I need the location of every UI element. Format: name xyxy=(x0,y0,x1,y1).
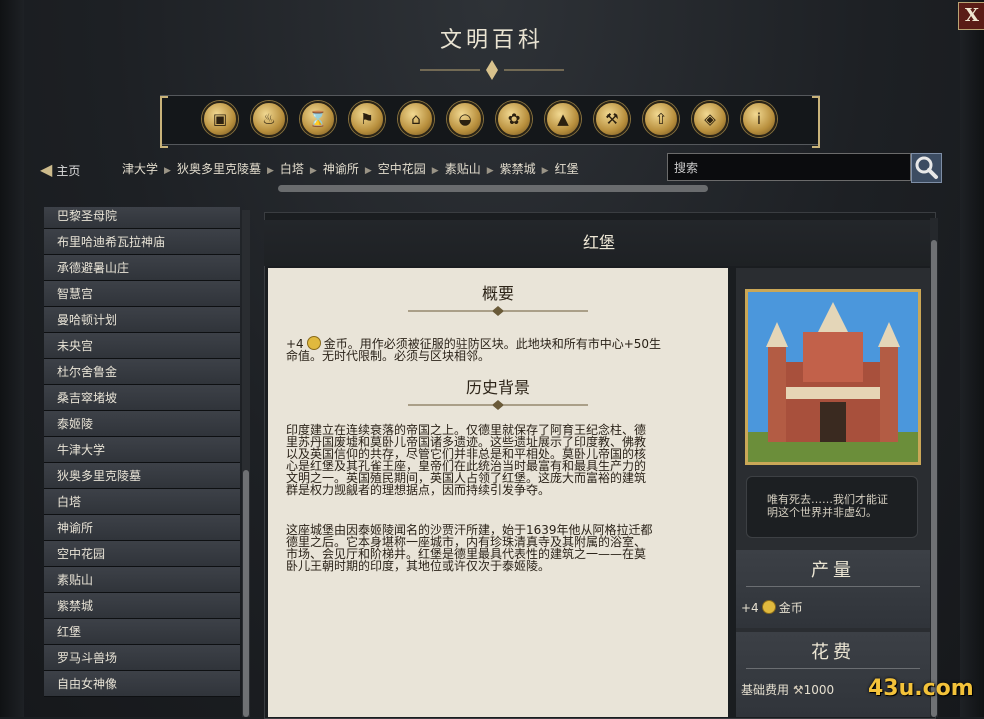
summary-line-2: 命值。无时代限制。必须与区块相邻。 xyxy=(286,349,491,363)
gold-coin-icon xyxy=(306,336,321,350)
sidebar-item[interactable]: 红堡 xyxy=(44,619,240,645)
sidebar-item[interactable]: 狄奥多里克陵墓 xyxy=(44,463,240,489)
production-hammer-icon: ⚒ xyxy=(792,683,804,697)
yield-box: 产量 +4 金币 xyxy=(736,550,930,628)
cost-amount: 1000 xyxy=(803,683,835,697)
breadcrumb-item[interactable]: 津大学 xyxy=(122,162,158,176)
back-arrow-icon: ◀ xyxy=(40,160,53,179)
breadcrumb-item[interactable]: 白塔 xyxy=(280,162,304,176)
sidebar-scroll-thumb[interactable] xyxy=(243,470,249,717)
sidebar-item[interactable]: 桑吉窣堵坡 xyxy=(44,385,240,411)
sidebar-item[interactable]: 未央宫 xyxy=(44,333,240,359)
sidebar-item[interactable]: 自由女神像 xyxy=(44,671,240,697)
bar-bracket-left xyxy=(160,96,168,148)
sidebar-item[interactable]: 神谕所 xyxy=(44,515,240,541)
civilizations-icon[interactable]: ⚑ xyxy=(349,101,385,137)
sidebar-item[interactable]: 素贴山 xyxy=(44,567,240,593)
sidebar-item[interactable]: 紫禁城 xyxy=(44,593,240,619)
breadcrumb-item[interactable]: 空中花园 xyxy=(378,162,426,176)
breadcrumb-separator-icon: ▶ xyxy=(164,166,171,176)
wonders-icon[interactable]: ✿ xyxy=(496,101,532,137)
quote-line-2: 明这个世界并非虚幻。 xyxy=(767,506,877,519)
resources-icon[interactable]: ▣ xyxy=(202,101,238,137)
yield-heading: 产量 xyxy=(811,560,855,581)
wonder-quote: 唯有死去……我们才能证 明这个世界并非虚幻。 xyxy=(746,476,918,538)
left-frame-edge xyxy=(0,0,24,717)
sidebar-item[interactable]: 泰姬陵 xyxy=(44,411,240,437)
districts-icon[interactable]: ◒ xyxy=(447,101,483,137)
yield-label: 金币 xyxy=(778,601,803,615)
title-ornament xyxy=(420,60,564,80)
cost-box: 花费 基础费用 ⚒1000 xyxy=(736,632,930,717)
breadcrumb-separator-icon: ▶ xyxy=(431,166,439,176)
improvements-icon[interactable]: ⚒ xyxy=(594,101,630,137)
home-link[interactable]: ◀ 主页 xyxy=(40,160,80,179)
sidebar-item[interactable]: 布里哈迪希瓦拉神庙 xyxy=(44,229,240,255)
history-paragraph-1: 印度建立在连续衰落的帝国之上。仅德里就保存了阿育王纪念柱、德 里苏丹国废墟和莫卧儿… xyxy=(286,424,706,496)
site-watermark: 43u.com xyxy=(868,676,974,701)
buildings-icon[interactable]: ⌂ xyxy=(398,101,434,137)
gold-coin-icon xyxy=(761,600,776,614)
amenities-icon[interactable]: ♨ xyxy=(251,101,287,137)
close-button[interactable]: X xyxy=(958,2,984,30)
cost-heading: 花费 xyxy=(811,642,855,663)
breadcrumb-item[interactable]: 红堡 xyxy=(555,162,579,176)
sidebar-item[interactable]: 智慧宫 xyxy=(44,281,240,307)
breadcrumb-separator-icon: ▶ xyxy=(541,166,549,176)
history-paragraph-2: 这座城堡由因泰姬陵闻名的沙贾汗所建，始于1639年他从阿格拉迁都 德里之后。它本身… xyxy=(286,524,706,572)
entry-body: 概要 +4 金币。用作必须被征服的驻防区块。此地块和所有市中心+50生 命值。无时… xyxy=(268,268,728,717)
divider xyxy=(746,668,920,669)
right-frame-edge xyxy=(960,0,984,717)
home-label: 主页 xyxy=(56,164,81,178)
wonder-portrait xyxy=(745,289,921,465)
sidebar-list: 巴黎圣母院 布里哈迪希瓦拉神庙 承德避暑山庄 智慧宫 曼哈顿计划 未央宫 杜尔舍鲁金 桑吉窣堵… xyxy=(44,207,240,717)
breadcrumb-item[interactable]: 素贴山 xyxy=(445,162,481,176)
sidebar-item[interactable]: 空中花园 xyxy=(44,541,240,567)
sidebar-item[interactable]: 牛津大学 xyxy=(44,437,240,463)
units-icon[interactable]: ⇧ xyxy=(643,101,679,137)
breadcrumb-item[interactable]: 紫禁城 xyxy=(500,162,536,176)
heading-ornament xyxy=(408,400,588,410)
breadcrumb-item[interactable]: 狄奥多里克陵墓 xyxy=(177,162,261,176)
sidebar-item[interactable]: 白塔 xyxy=(44,489,240,515)
entry-title: 红堡 xyxy=(264,220,934,266)
history-heading: 历史背景 xyxy=(465,378,530,397)
policies-icon[interactable]: ◈ xyxy=(692,101,728,137)
divider xyxy=(746,586,920,587)
breadcrumb-separator-icon: ▶ xyxy=(364,166,372,176)
info-icon[interactable]: i xyxy=(741,101,777,137)
red-fort-image xyxy=(748,292,918,462)
terrain-icon[interactable]: ▲ xyxy=(545,101,581,137)
summary-heading: 概要 xyxy=(481,284,514,303)
search-icon xyxy=(915,156,938,179)
cost-label: 基础费用 xyxy=(741,683,790,697)
search-button[interactable] xyxy=(911,153,942,183)
sidebar-scrollbar[interactable] xyxy=(242,210,250,717)
history-line: 群是权力觊觎者的理想据点，因而持续引发争夺。 xyxy=(286,483,551,497)
entry-scroll-thumb[interactable] xyxy=(931,240,937,717)
quote-line-1: 唯有死去……我们才能证 xyxy=(767,493,888,506)
breadcrumb-separator-icon: ▶ xyxy=(266,166,274,176)
breadcrumb: 津大学 ▶ 狄奥多里克陵墓 ▶ 白塔 ▶ 神谕所 ▶ 空中花园 ▶ 素贴山 ▶ 紫禁城 ▶ 红堡 xyxy=(122,160,585,177)
sidebar-item[interactable]: 曼哈顿计划 xyxy=(44,307,240,333)
entry-scrollbar[interactable] xyxy=(930,218,938,717)
breadcrumb-scrollbar[interactable] xyxy=(278,185,708,192)
sidebar-item[interactable]: 承德避暑山庄 xyxy=(44,255,240,281)
page-title: 文明百科 xyxy=(439,28,544,53)
breadcrumb-separator-icon: ▶ xyxy=(486,166,494,176)
heading-ornament xyxy=(408,306,588,316)
era-icon[interactable]: ⌛ xyxy=(300,101,336,137)
search-input[interactable]: 搜索 xyxy=(667,153,911,181)
summary-text: +4 金币。用作必须被征服的驻防区块。此地块和所有市中心+50生 命值。无时代限制… xyxy=(286,336,706,362)
sidebar-item[interactable]: 杜尔舍鲁金 xyxy=(44,359,240,385)
sidebar-item[interactable]: 巴黎圣母院 xyxy=(44,207,240,229)
history-line: 卧儿王朝时期的印度，其地位或许仅次于泰姬陵。 xyxy=(286,559,551,573)
breadcrumb-item[interactable]: 神谕所 xyxy=(323,162,359,176)
breadcrumb-separator-icon: ▶ xyxy=(309,166,317,176)
bar-bracket-right xyxy=(812,96,820,148)
yield-prefix: +4 xyxy=(741,601,759,615)
sidebar-item[interactable]: 罗马斗兽场 xyxy=(44,645,240,671)
yield-value: +4 金币 xyxy=(736,599,930,616)
